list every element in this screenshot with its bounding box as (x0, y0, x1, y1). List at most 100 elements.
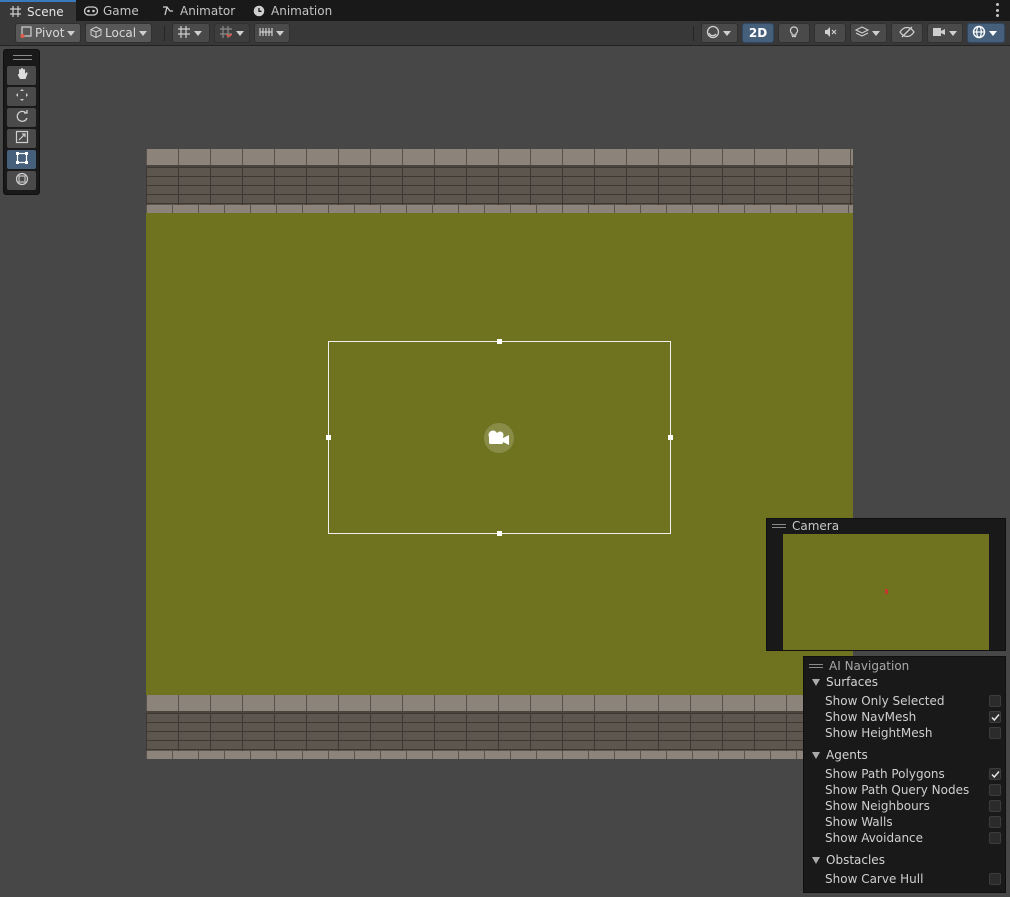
section-agents[interactable]: Agents (812, 748, 868, 762)
view-tool-button[interactable] (7, 66, 36, 85)
speaker-muted-icon (823, 25, 837, 42)
section-obstacles[interactable]: Obstacles (812, 853, 885, 867)
tab-label: Animator (180, 3, 236, 18)
checkbox[interactable] (989, 873, 1001, 885)
camera-gizmo-icon[interactable] (484, 423, 514, 453)
draw-mode-dropdown[interactable] (701, 23, 738, 43)
chevron-down-icon (872, 30, 880, 36)
drag-handle-icon (772, 524, 786, 528)
scale-tool-button[interactable] (7, 129, 36, 148)
checkbox[interactable] (989, 832, 1001, 844)
option-label: Show Walls (825, 815, 893, 829)
move-tool-button[interactable] (7, 87, 36, 106)
checkmark-icon (990, 770, 1000, 778)
option-show-avoidance[interactable]: Show Avoidance (825, 830, 1001, 846)
rotate-icon (15, 109, 29, 126)
eye-slash-icon (899, 25, 915, 42)
resize-handle-left[interactable] (326, 435, 331, 440)
ruler-snap-dropdown[interactable] (254, 23, 290, 43)
checkbox[interactable] (989, 711, 1001, 723)
camera-overlay-title: Camera (792, 519, 840, 533)
audio-toggle[interactable] (814, 23, 846, 43)
section-title: Agents (826, 748, 868, 762)
chevron-down-icon (723, 30, 731, 36)
tab-bar: Scene Game Animator Animation (0, 0, 1010, 21)
section-surfaces[interactable]: Surfaces (812, 675, 878, 689)
option-label: Show HeightMesh (825, 726, 933, 740)
camera-settings-dropdown[interactable] (927, 23, 963, 43)
transform-tool-button[interactable] (7, 171, 36, 190)
layers-icon (854, 25, 870, 42)
pivot-icon (20, 25, 32, 41)
option-label: Show Only Selected (825, 694, 945, 708)
top-wall-trim (146, 205, 853, 213)
gizmo-globe-icon (972, 25, 986, 42)
overlay-header[interactable]: AI Navigation (804, 659, 1005, 673)
checkmark-icon (990, 713, 1000, 721)
checkbox[interactable] (989, 768, 1001, 780)
chevron-down-icon (139, 30, 148, 36)
overlay-header[interactable]: Camera (767, 519, 1005, 533)
ruler-icon (259, 25, 273, 42)
tab-label: Animation (271, 3, 333, 18)
option-show-neighbours[interactable]: Show Neighbours (825, 798, 1001, 814)
tab-label: Game (103, 3, 139, 18)
scene-toolbar: Pivot Local 2D (0, 21, 1010, 46)
checkbox[interactable] (989, 695, 1001, 707)
foldout-arrow-icon (812, 678, 820, 686)
ai-navigation-overlay: AI Navigation Surfaces Show Only Selecte… (803, 656, 1006, 893)
scene-visibility-toggle[interactable] (891, 23, 923, 43)
chevron-down-icon (194, 30, 202, 36)
camera-preview-overlay[interactable]: Camera (766, 518, 1006, 651)
increment-snap-dropdown[interactable] (214, 23, 250, 43)
option-show-only-selected[interactable]: Show Only Selected (825, 693, 1001, 709)
resize-handle-bottom[interactable] (497, 531, 502, 536)
tab-animator[interactable]: Animator (153, 0, 243, 21)
camera-preview-image (783, 534, 989, 650)
local-dropdown[interactable]: Local (85, 23, 152, 43)
option-label: Show Avoidance (825, 831, 924, 845)
mode-2d-toggle[interactable]: 2D (742, 23, 774, 43)
tab-animation[interactable]: Animation (244, 0, 340, 21)
rect-transform-icon (15, 151, 29, 168)
ai-navigation-title: AI Navigation (829, 659, 910, 673)
checkbox[interactable] (989, 816, 1001, 828)
checkbox[interactable] (989, 800, 1001, 812)
option-show-heightmesh[interactable]: Show HeightMesh (825, 725, 1001, 741)
more-menu-icon[interactable] (992, 3, 1002, 17)
tab-scene[interactable]: Scene (0, 0, 76, 21)
option-show-navmesh[interactable]: Show NavMesh (825, 709, 1001, 725)
shaded-sphere-icon (706, 25, 720, 42)
chevron-down-icon (236, 30, 244, 36)
gamepad-icon (84, 4, 98, 18)
grid-snap-icon (177, 25, 191, 42)
top-wall-cap (146, 149, 853, 167)
gizmos-dropdown[interactable] (967, 23, 1005, 43)
section-title: Surfaces (826, 675, 878, 689)
effects-dropdown[interactable] (850, 23, 887, 43)
hand-icon (15, 67, 29, 84)
option-show-path-query-nodes[interactable]: Show Path Query Nodes (825, 782, 1001, 798)
chevron-down-icon (276, 30, 284, 36)
camera-icon (932, 26, 946, 41)
rect-tool-button[interactable] (7, 150, 36, 169)
drag-handle-icon (809, 664, 823, 668)
resize-handle-top[interactable] (497, 339, 502, 344)
rotate-tool-button[interactable] (7, 108, 36, 127)
checkbox[interactable] (989, 727, 1001, 739)
option-show-path-polygons[interactable]: Show Path Polygons (825, 766, 1001, 782)
lighting-toggle[interactable] (778, 23, 810, 43)
drag-handle-icon[interactable] (13, 55, 32, 60)
grid-snapping-dropdown[interactable] (172, 23, 210, 43)
resize-handle-right[interactable] (668, 435, 673, 440)
option-label: Show NavMesh (825, 710, 917, 724)
tab-game[interactable]: Game (76, 0, 147, 21)
bottom-wall-cap (146, 695, 853, 713)
checkbox[interactable] (989, 784, 1001, 796)
pivot-dropdown[interactable]: Pivot (15, 23, 81, 43)
option-show-carve-hull[interactable]: Show Carve Hull (825, 871, 1001, 887)
option-label: Show Path Query Nodes (825, 783, 970, 797)
grid-icon (8, 5, 22, 19)
option-label: Show Carve Hull (825, 872, 924, 886)
option-show-walls[interactable]: Show Walls (825, 814, 1001, 830)
